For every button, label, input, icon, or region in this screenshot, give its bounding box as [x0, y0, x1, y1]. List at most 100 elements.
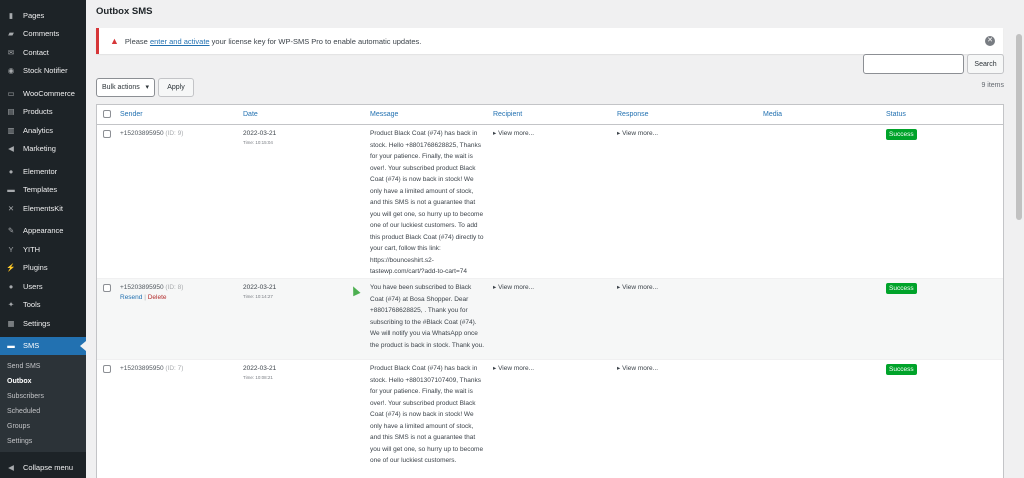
- notice-suffix: your license key for WP-SMS Pro to enabl…: [211, 36, 422, 46]
- sidebar-item-stock-notifier[interactable]: ◉ Stock Notifier: [0, 62, 86, 81]
- date-cell: 2022-03-21 Time: 10:14:27: [243, 282, 276, 300]
- date-cell: 2022-03-21 Time: 10:08:21: [243, 363, 276, 381]
- sender-cell: +15203895950 (ID: 7): [120, 363, 183, 375]
- row-actions: Resend | Delete: [120, 294, 167, 301]
- sidebar-item-contact[interactable]: ✉ Contact: [0, 43, 86, 62]
- sidebar-item-label: Contact: [23, 47, 49, 57]
- sidebar-item-comments[interactable]: ▰ Comments: [0, 25, 86, 44]
- outbox-table: Sender Date Message Recipient Response M…: [96, 104, 1004, 478]
- collapse-icon: ◀: [8, 462, 14, 472]
- date-value: 2022-03-21: [243, 284, 277, 291]
- notice-prefix: Please: [124, 36, 148, 46]
- sidebar-item-plugins[interactable]: ⚡ Plugins: [0, 259, 86, 278]
- sidebar-item-label: Analytics: [23, 125, 54, 135]
- recipient-view-more[interactable]: ▸ View more...: [493, 282, 534, 294]
- sidebar-item-label: YITH: [23, 244, 41, 254]
- date-cell: 2022-03-21 Time: 10:15:04: [243, 128, 276, 146]
- license-notice: ▲ Please enter and activate your license…: [96, 28, 1003, 54]
- search-input[interactable]: [863, 54, 964, 74]
- items-count: 9 items: [981, 82, 1004, 89]
- submenu-outbox[interactable]: Outbox: [0, 374, 86, 389]
- sender-id: (ID: 8): [165, 284, 184, 291]
- select-all-checkbox[interactable]: [103, 110, 111, 118]
- bulk-actions-select[interactable]: Bulk actions ▾: [96, 78, 155, 97]
- pages-icon: ▮: [8, 10, 14, 20]
- resend-link[interactable]: Resend: [120, 294, 142, 301]
- sidebar-item-appearance[interactable]: ✎ Appearance: [0, 222, 86, 241]
- sidebar-item-users[interactable]: ● Users: [0, 277, 86, 296]
- collapse-menu-button[interactable]: ◀ Collapse menu: [0, 458, 86, 477]
- scrollbar-thumb[interactable]: [1016, 34, 1022, 220]
- sidebar-item-label: SMS: [23, 341, 40, 351]
- column-recipient[interactable]: Recipient: [493, 111, 522, 118]
- sidebar-item-label: Settings: [23, 318, 51, 328]
- sidebar-item-analytics[interactable]: ▥ Analytics: [0, 121, 86, 140]
- dismiss-notice-icon[interactable]: ✕: [985, 36, 995, 46]
- woocommerce-icon: ▭: [7, 88, 15, 98]
- date-value: 2022-03-21: [243, 130, 277, 137]
- sidebar-item-woocommerce[interactable]: ▭ WooCommerce: [0, 84, 86, 103]
- sidebar-item-tools[interactable]: ✦ Tools: [0, 296, 86, 315]
- admin-sidebar: ▮ Pages ▰ Comments ✉ Contact ◉ Stock Notifier ▭ W…: [0, 0, 86, 478]
- sidebar-item-elementor[interactable]: ● Elementor: [0, 162, 86, 181]
- submenu-subscribers[interactable]: Subscribers: [0, 389, 86, 404]
- sidebar-item-label: Marketing: [23, 144, 56, 154]
- row-checkbox[interactable]: [103, 130, 111, 138]
- time-value: Time: 10:08:21: [243, 374, 273, 380]
- search-button[interactable]: Search: [967, 54, 1004, 74]
- sidebar-item-templates[interactable]: ▬ Templates: [0, 181, 86, 200]
- row-checkbox[interactable]: [103, 284, 111, 292]
- sidebar-item-label: WooCommerce: [23, 88, 75, 98]
- sidebar-item-label: Plugins: [23, 263, 48, 273]
- analytics-icon: ▥: [7, 125, 15, 135]
- sidebar-item-marketing[interactable]: ◀ Marketing: [0, 140, 86, 159]
- response-view-more[interactable]: ▸ View more...: [617, 363, 658, 375]
- sidebar-item-settings[interactable]: ▦ Settings: [0, 314, 86, 333]
- page-scrollbar[interactable]: [1014, 0, 1024, 478]
- apply-button[interactable]: Apply: [158, 78, 194, 97]
- appearance-icon: ✎: [7, 226, 15, 236]
- response-view-more[interactable]: ▸ View more...: [617, 282, 658, 294]
- sms-icon: ▬: [7, 341, 15, 351]
- sidebar-item-label: Elementor: [23, 166, 58, 176]
- sender-id: (ID: 7): [165, 365, 184, 372]
- sidebar-item-label: Pages: [23, 10, 45, 20]
- column-response[interactable]: Response: [617, 111, 649, 118]
- sidebar-item-products[interactable]: ▤ Products: [0, 103, 86, 122]
- sidebar-item-label: Products: [23, 107, 53, 117]
- activate-license-link[interactable]: enter and activate: [150, 37, 210, 46]
- recipient-view-more[interactable]: ▸ View more...: [493, 363, 534, 375]
- sidebar-item-sms[interactable]: ▬ SMS: [0, 336, 86, 355]
- column-message[interactable]: Message: [370, 111, 398, 118]
- yith-icon: Y: [8, 244, 14, 254]
- submenu-settings[interactable]: Settings: [0, 434, 86, 449]
- column-media[interactable]: Media: [763, 111, 782, 118]
- table-row: +15203895950 (ID: 7) 2022-03-21 Time: 10…: [97, 360, 1003, 478]
- delete-link[interactable]: Delete: [148, 294, 167, 301]
- column-sender[interactable]: Sender: [120, 111, 143, 118]
- settings-icon: ▦: [7, 318, 15, 328]
- response-view-more[interactable]: ▸ View more...: [617, 128, 658, 140]
- sidebar-item-label: Appearance: [23, 226, 64, 236]
- plugins-icon: ⚡: [6, 263, 16, 273]
- sender-cell: +15203895950 (ID: 9): [120, 128, 183, 140]
- elementskit-icon: ✕: [7, 203, 15, 213]
- submenu-scheduled[interactable]: Scheduled: [0, 404, 86, 419]
- sidebar-item-elementskit[interactable]: ✕ ElementsKit: [0, 199, 86, 218]
- message-cell: Product Black Coat (#74) has back in sto…: [370, 130, 484, 275]
- comments-icon: ▰: [8, 29, 14, 39]
- sidebar-item-yith[interactable]: Y YITH: [0, 240, 86, 259]
- row-checkbox[interactable]: [103, 365, 111, 373]
- main-content: Outbox SMS ▲ Please enter and activate y…: [86, 0, 1014, 478]
- column-status[interactable]: Status: [886, 111, 906, 118]
- column-date[interactable]: Date: [243, 111, 258, 118]
- sender-id: (ID: 9): [165, 130, 184, 137]
- sidebar-item-label: Users: [23, 281, 43, 291]
- submenu-groups[interactable]: Groups: [0, 419, 86, 434]
- templates-icon: ▬: [7, 185, 15, 195]
- sidebar-item-pages[interactable]: ▮ Pages: [0, 6, 86, 25]
- elementor-icon: ●: [8, 166, 14, 176]
- submenu-send-sms[interactable]: Send SMS: [0, 359, 86, 374]
- warning-icon: ▲: [110, 36, 119, 46]
- recipient-view-more[interactable]: ▸ View more...: [493, 128, 534, 140]
